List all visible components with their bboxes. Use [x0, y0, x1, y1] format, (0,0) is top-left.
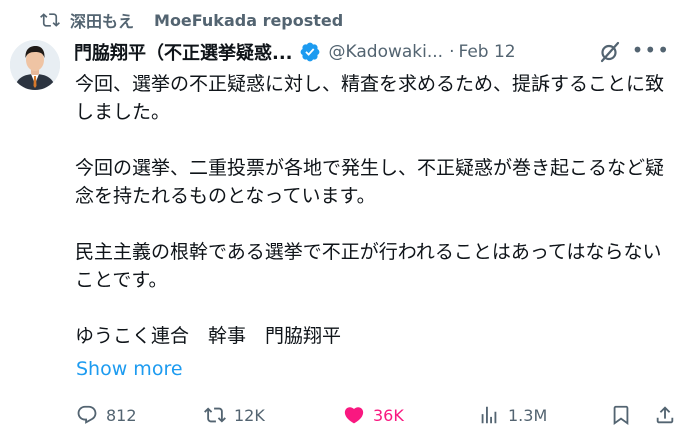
- heart-icon: [344, 407, 364, 424]
- repost-indicator[interactable]: 深田もえ MoeFukada reposted: [40, 8, 343, 32]
- repost-label: MoeFukada reposted: [154, 10, 344, 30]
- views-button[interactable]: 1.3M: [478, 400, 547, 430]
- share-button[interactable]: [654, 400, 676, 430]
- views-count: 1.3M: [508, 405, 548, 425]
- author-handle[interactable]: @Kadowaki...: [329, 42, 444, 62]
- repost-icon: [40, 13, 60, 27]
- tweet-date[interactable]: Feb 12: [458, 42, 515, 62]
- like-button[interactable]: 36K: [343, 400, 404, 430]
- tweet-paragraph: ゆうこく連合 幹事 門脇翔平: [75, 325, 342, 347]
- repost-button[interactable]: 12K: [204, 400, 265, 430]
- header-separator: ·: [449, 42, 455, 62]
- like-count: 36K: [373, 405, 404, 425]
- reply-button[interactable]: 812: [76, 400, 137, 430]
- share-icon: [656, 406, 674, 424]
- tweet-paragraph: 今回の選挙、二重投票が各地で発生し、不正疑惑が巻き起こるなど疑念を持たれるものと…: [75, 157, 665, 207]
- tweet-actions: 812 12K 36K 1.3M: [76, 400, 674, 430]
- tweet-header: 門脇翔平（不正選挙疑惑... @Kadowaki... · Feb 12 •••: [74, 38, 674, 66]
- bookmark-button[interactable]: [610, 400, 632, 430]
- grok-icon[interactable]: [598, 40, 622, 64]
- bookmark-icon: [613, 405, 629, 426]
- reposter-name[interactable]: 深田もえ: [70, 8, 134, 32]
- tweet-paragraph: 今回、選挙の不正疑惑に対し、精査を求めるため、提訴することに致しました。: [75, 73, 665, 123]
- repost-icon: [204, 407, 226, 423]
- avatar-image: [10, 40, 60, 90]
- tweet-paragraph: 民主主義の根幹である選挙で不正が行われることはあってはならないことです。: [75, 241, 662, 291]
- repost-count: 12K: [234, 405, 265, 425]
- show-more-link[interactable]: Show more: [76, 358, 183, 380]
- avatar[interactable]: [10, 40, 60, 90]
- author-name[interactable]: 門脇翔平（不正選挙疑惑...: [74, 39, 293, 65]
- reply-icon: [77, 405, 97, 424]
- more-options-icon[interactable]: •••: [632, 38, 670, 62]
- views-chart-icon: [481, 406, 497, 424]
- tweet-text: 今回、選挙の不正疑惑に対し、精査を求めるため、提訴することに致しました。 今回の…: [75, 70, 675, 350]
- verified-badge-icon[interactable]: [299, 41, 321, 63]
- reply-count: 812: [106, 405, 137, 425]
